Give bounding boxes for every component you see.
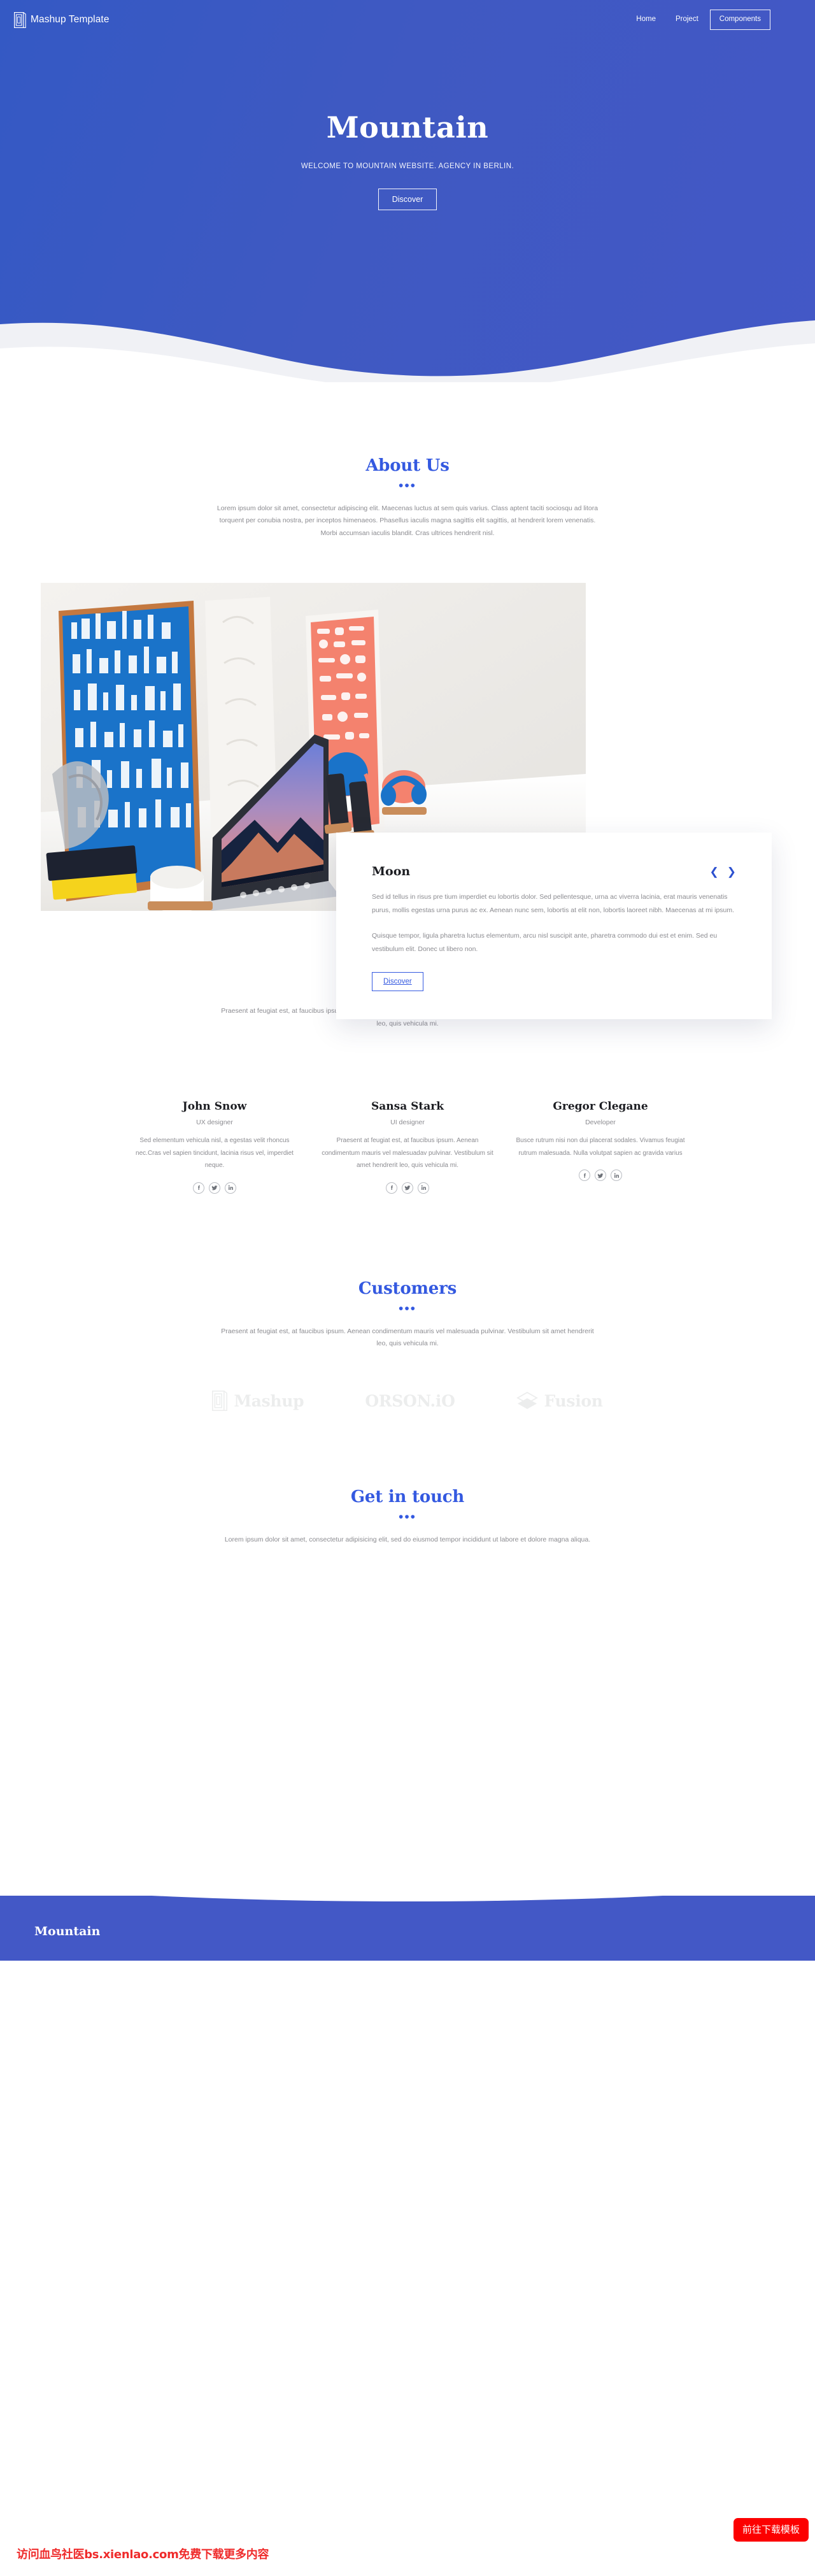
diamond-stack-icon <box>516 1392 538 1410</box>
watermark-download-button[interactable]: 前往下载模板 <box>733 2518 809 2542</box>
footer-background <box>0 1895 815 1961</box>
linkedin-icon[interactable] <box>225 1182 236 1194</box>
facebook-icon[interactable] <box>386 1182 397 1194</box>
hero-title: Mountain <box>326 110 489 145</box>
showcase-card-header: Moon ❮ ❯ <box>372 864 736 878</box>
book-logo-icon <box>212 1391 228 1412</box>
member-name: Gregor Clegane <box>553 1100 648 1113</box>
customers-section: Customers ••• Praesent at feugiat est, a… <box>0 1194 815 1412</box>
about-header: About Us ••• Lorem ipsum dolor sit amet,… <box>0 456 815 540</box>
contact-text: Lorem ipsum dolor sit amet, consectetur … <box>224 1536 591 1544</box>
nav-link-home[interactable]: Home <box>628 10 664 29</box>
customers-title: Customers <box>358 1278 457 1298</box>
showcase-card-title: Moon <box>372 864 411 879</box>
member-bio: Busce rutrum nisi non dui placerat sodal… <box>516 1137 685 1157</box>
customer-logo-orson: ORSON.iO <box>365 1392 455 1410</box>
member-socials <box>127 1182 302 1194</box>
showcase-card-paragraph-2: Quisque tempor, ligula pharetra luctus e… <box>372 932 718 954</box>
hero-subtitle: WELCOME TO MOUNTAIN WEBSITE. AGENCY IN B… <box>301 162 514 170</box>
brand-name: Mashup Template <box>31 14 110 25</box>
about-section: About Us ••• Lorem ipsum dolor sit amet,… <box>0 382 815 540</box>
customer-logo-fusion: Fusion <box>516 1392 603 1410</box>
customers-dots-divider: ••• <box>398 1301 417 1316</box>
hero-content: Mountain WELCOME TO MOUNTAIN WEBSITE. AG… <box>0 39 815 210</box>
facebook-icon[interactable] <box>579 1170 590 1182</box>
showcase-card-paragraph-1: Sed id tellus in risus pre tium imperdie… <box>372 893 735 915</box>
customer-logo-mashup: Mashup <box>212 1391 304 1412</box>
customer-logo-label: Mashup <box>234 1391 304 1410</box>
showcase-section: Moon ❮ ❯ Sed id tellus in risus pre tium… <box>0 583 815 1020</box>
nav-links: Home Project Components <box>628 10 770 30</box>
linkedin-icon[interactable] <box>418 1182 429 1194</box>
member-socials <box>513 1170 688 1182</box>
hero-section: Mashup Template Home Project Components … <box>0 0 815 382</box>
member-role: UI designer <box>390 1119 425 1127</box>
hero-discover-button[interactable]: Discover <box>378 189 437 210</box>
showcase-carousel-controls: ❮ ❯ <box>710 866 737 877</box>
footer-wave-divider <box>0 1877 815 1903</box>
member-role: Developer <box>585 1119 616 1127</box>
member-bio: Sed elementum vehicula nisl, a egestas v… <box>136 1137 294 1170</box>
footer: Mountain <box>0 1877 815 1961</box>
footer-brand: Mountain <box>34 1924 101 1938</box>
member-name: John Snow <box>182 1100 247 1113</box>
member-bio: Praesent at feugiat est, at faucibus ips… <box>322 1137 493 1170</box>
about-text: Lorem ipsum dolor sit amet, consectetur … <box>216 504 599 537</box>
twitter-icon[interactable] <box>595 1170 606 1182</box>
nav-link-components[interactable]: Components <box>709 10 770 30</box>
team-member-card: John Snow UX designer Sed elementum vehi… <box>118 1100 311 1194</box>
team-member-card: Gregor Clegane Developer Busce rutrum ni… <box>504 1100 697 1194</box>
watermark-text: 访问血鸟社医bs.xienlao.com免费下载更多内容 <box>17 2548 269 2561</box>
twitter-icon[interactable] <box>209 1182 220 1194</box>
showcase-card: Moon ❮ ❯ Sed id tellus in risus pre tium… <box>336 833 772 1020</box>
contact-header: Get in touch ••• Lorem ipsum dolor sit a… <box>0 1487 815 1546</box>
customers-text: Praesent at feugiat est, at faucibus ips… <box>221 1327 594 1348</box>
showcase-discover-button[interactable]: Discover <box>372 972 423 992</box>
facebook-icon[interactable] <box>193 1182 204 1194</box>
team-member-card: Sansa Stark UI designer Praesent at feug… <box>311 1100 504 1194</box>
member-name: Sansa Stark <box>371 1100 444 1113</box>
brand-logo[interactable]: Mashup Template <box>14 11 110 28</box>
customers-header: Customers ••• Praesent at feugiat est, a… <box>0 1279 815 1350</box>
nav-link-project[interactable]: Project <box>667 10 707 29</box>
customer-logo-label: Fusion <box>544 1391 603 1410</box>
chevron-left-icon[interactable]: ❮ <box>710 866 719 877</box>
team-grid: John Snow UX designer Sed elementum vehi… <box>0 1100 815 1194</box>
linkedin-icon[interactable] <box>611 1170 622 1182</box>
main-navbar: Mashup Template Home Project Components <box>0 0 815 39</box>
customer-logo-label: ORSON.iO <box>365 1391 455 1410</box>
contact-dots-divider: ••• <box>398 1510 417 1525</box>
member-socials <box>320 1182 495 1194</box>
about-dots-divider: ••• <box>398 478 417 493</box>
twitter-icon[interactable] <box>402 1182 413 1194</box>
contact-title: Get in touch <box>350 1487 465 1507</box>
chevron-right-icon[interactable]: ❯ <box>727 866 736 877</box>
member-role: UX designer <box>196 1119 233 1127</box>
hero-wave-divider <box>0 294 815 382</box>
book-logo-icon <box>14 11 26 28</box>
about-title: About Us <box>365 456 450 475</box>
customer-logos: Mashup ORSON.iO Fusion <box>0 1391 815 1412</box>
contact-section: Get in touch ••• Lorem ipsum dolor sit a… <box>0 1411 815 1877</box>
